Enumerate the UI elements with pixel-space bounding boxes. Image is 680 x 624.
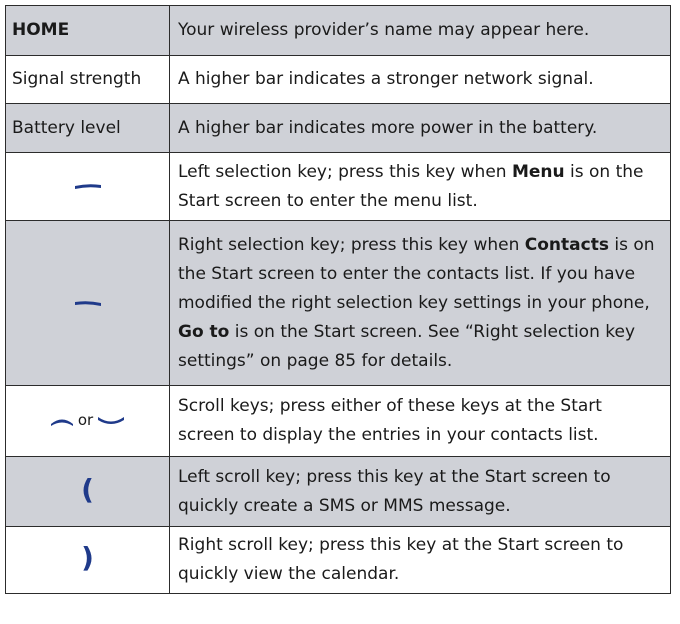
- desc-text: Right selection key; press this key when: [178, 234, 525, 255]
- left-scroll-key-icon: (: [81, 472, 94, 506]
- row-key-left-selection: [5, 152, 170, 221]
- row-description: A higher bar indicates a stronger networ…: [169, 55, 671, 104]
- right-scroll-key-icon: ): [81, 541, 94, 574]
- go-to-term: Go to: [178, 321, 230, 342]
- table-row: Right selection key; press this key when…: [5, 220, 671, 386]
- scroll-up-key-icon: [50, 419, 73, 426]
- table-row: Signal strength A higher bar indicates a…: [5, 55, 671, 104]
- row-description: Left scroll key; press this key at the S…: [169, 456, 671, 527]
- left-selection-key-icon: [74, 184, 101, 189]
- table-row: Battery level A higher bar indicates mor…: [5, 103, 671, 153]
- row-key-scroll: or: [5, 385, 170, 457]
- row-key-right-scroll: ): [5, 526, 170, 594]
- row-key-home: HOME: [5, 5, 170, 56]
- table-row: ( Left scroll key; press this key at the…: [5, 456, 671, 527]
- menu-term: Menu: [511, 161, 565, 182]
- row-description: Scroll keys; press either of these keys …: [169, 385, 671, 457]
- row-key-right-selection: [5, 220, 170, 386]
- row-description: Right selection key; press this key when…: [169, 220, 671, 386]
- row-key-battery-level: Battery level: [5, 103, 170, 153]
- contacts-term: Contacts: [524, 234, 609, 255]
- row-key-signal-strength: Signal strength: [5, 55, 170, 104]
- right-selection-key-icon: [74, 300, 101, 306]
- scroll-down-key-icon: [98, 416, 125, 424]
- row-description: Left selection key; press this key when …: [169, 152, 671, 221]
- table-row: or Scroll keys; press either of these ke…: [5, 385, 671, 457]
- row-description: Your wireless provider’s name may appear…: [169, 5, 671, 56]
- or-label: or: [77, 411, 94, 430]
- table-row: ) Right scroll key; press this key at th…: [5, 526, 671, 594]
- row-description: Right scroll key; press this key at the …: [169, 526, 671, 594]
- start-screen-indicators-table: HOME Your wireless provider’s name may a…: [5, 5, 671, 594]
- table-row: Left selection key; press this key when …: [5, 152, 671, 221]
- desc-text: Left selection key; press this key when: [178, 161, 512, 182]
- row-description: A higher bar indicates more power in the…: [169, 103, 671, 153]
- desc-text: is on the Start screen. See “Right selec…: [178, 321, 636, 371]
- row-key-left-scroll: (: [5, 456, 170, 527]
- table-row: HOME Your wireless provider’s name may a…: [5, 5, 671, 56]
